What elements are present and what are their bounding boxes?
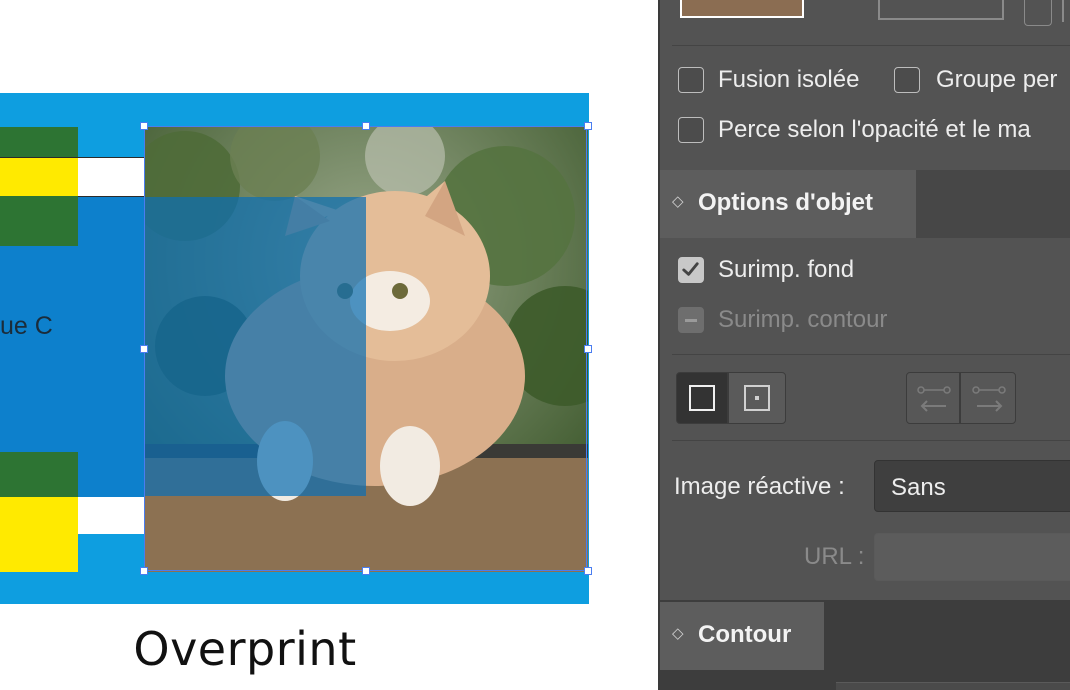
selection-handle-middle-left[interactable] — [140, 345, 148, 353]
mask-link-button[interactable] — [1024, 0, 1052, 26]
selection-handle-bottom-center[interactable] — [362, 567, 370, 575]
surimp-fond-label: Surimp. fond — [718, 256, 855, 283]
contour-control-partial[interactable] — [836, 682, 1070, 690]
selection-handle-middle-right[interactable] — [584, 345, 592, 353]
green-swatch-top[interactable] — [0, 127, 78, 158]
surimp-contour-label: Surimp. contour — [718, 306, 888, 333]
image-reactive-value: Sans — [891, 474, 946, 501]
divider — [672, 354, 1070, 355]
overprint-caption[interactable]: Overprint — [0, 622, 490, 676]
mask-option-partial[interactable] — [1062, 0, 1070, 22]
groupe-perce-label: Groupe per — [936, 66, 1058, 93]
groupe-perce-checkbox[interactable] — [894, 67, 920, 93]
partial-text-label: ue C — [0, 312, 53, 340]
fusion-isolee-checkbox[interactable] — [678, 67, 704, 93]
surimp-fond-checkbox[interactable] — [678, 257, 704, 283]
divider — [672, 440, 1070, 441]
reverse-path-right-button[interactable] — [960, 372, 1016, 424]
fill-rule-evenodd-button[interactable] — [728, 372, 786, 424]
mask-thumbnail-empty[interactable] — [878, 0, 1004, 20]
arrow-left-path-icon — [917, 386, 951, 412]
white-swatch-bottom[interactable] — [78, 497, 144, 534]
selection-handle-bottom-left[interactable] — [140, 567, 148, 575]
selection-handle-top-center[interactable] — [362, 122, 370, 130]
perce-opacite-checkbox[interactable] — [678, 117, 704, 143]
attributes-panel: Fusion isolée Groupe per Perce selon l'o… — [658, 0, 1070, 690]
artboard-canvas[interactable]: ue C Overprint — [0, 0, 658, 690]
chevron-updown-icon: ◇ — [672, 193, 684, 210]
fusion-isolee-label: Fusion isolée — [718, 66, 860, 93]
white-swatch-top[interactable] — [78, 158, 144, 196]
square-outline-icon — [689, 385, 715, 411]
image-reactive-dropdown[interactable]: Sans — [874, 460, 1070, 512]
selection-handle-top-left[interactable] — [140, 122, 148, 130]
yellow-swatch-bottom[interactable] — [0, 497, 78, 572]
perce-opacite-label: Perce selon l'opacité et le ma — [718, 116, 1031, 143]
fill-rule-nonzero-button[interactable] — [676, 372, 728, 424]
arrow-right-path-icon — [972, 386, 1006, 412]
reverse-path-left-button[interactable] — [906, 372, 960, 424]
contour-title: Contour — [698, 621, 792, 648]
image-reactive-label: Image réactive : — [674, 473, 845, 500]
url-label: URL : — [804, 543, 865, 570]
options-objet-tab[interactable]: ◇ Options d'objet — [660, 170, 916, 238]
chevron-updown-icon: ◇ — [672, 625, 684, 642]
divider — [672, 45, 1070, 46]
checkmark-icon — [682, 262, 699, 276]
options-objet-title: Options d'objet — [698, 189, 874, 216]
yellow-swatch-top[interactable] — [0, 158, 78, 196]
green-swatch-bottom[interactable] — [0, 452, 78, 497]
selection-bounding-box[interactable] — [144, 126, 587, 571]
indeterminate-dash-icon — [685, 319, 697, 322]
selection-handle-bottom-right[interactable] — [584, 567, 592, 575]
surimp-contour-checkbox[interactable] — [678, 307, 704, 333]
opacity-mask-thumbnail[interactable] — [680, 0, 804, 18]
contour-tab[interactable]: ◇ Contour — [660, 602, 824, 670]
divider-line — [0, 157, 144, 158]
url-input[interactable] — [874, 533, 1070, 581]
square-dot-icon — [744, 385, 770, 411]
green-swatch-mid[interactable] — [0, 196, 78, 246]
selection-handle-top-right[interactable] — [584, 122, 592, 130]
